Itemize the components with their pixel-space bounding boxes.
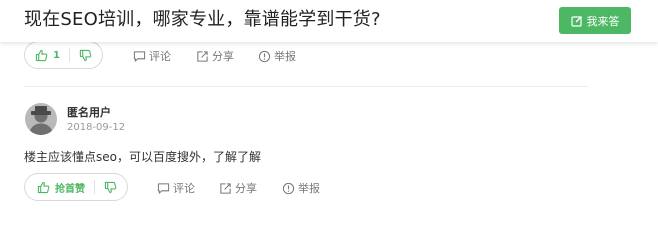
vote-pill: 1 [24, 41, 103, 69]
warning-icon [282, 182, 295, 194]
qa-page: 现在SEO培训，哪家专业，靠谱能学到干货? 我来答 1 评论 分享 举报 匿名用… [0, 0, 658, 240]
share-button[interactable]: 分享 [196, 48, 234, 64]
downvote-button[interactable] [95, 174, 127, 200]
share-icon [220, 182, 231, 194]
upvote-label: 抢首赞 [55, 183, 85, 195]
upvote-button[interactable]: 1 [25, 42, 69, 68]
thumbs-up-icon [35, 49, 48, 61]
answer-date: 2018-09-12 [67, 122, 126, 133]
thumbs-down-icon [104, 181, 117, 193]
thumbs-down-icon [79, 49, 92, 61]
question-header: 现在SEO培训，哪家专业，靠谱能学到干货? 我来答 [0, 0, 658, 42]
answer-1-actions: 1 评论 分享 举报 [24, 41, 584, 69]
downvote-button[interactable] [70, 42, 102, 68]
share-icon [197, 50, 208, 62]
report-button[interactable]: 举报 [282, 180, 320, 196]
comment-label: 评论 [149, 50, 171, 63]
username[interactable]: 匿名用户 [67, 104, 111, 120]
answer-text: 楼主应该懂点seo，可以百度搜外，了解了解 [24, 150, 261, 164]
vote-pill: 抢首赞 [24, 173, 128, 201]
answer-button-label: 我来答 [586, 14, 620, 28]
share-button[interactable]: 分享 [219, 180, 257, 196]
share-label: 分享 [212, 50, 234, 63]
report-label: 举报 [298, 182, 320, 195]
share-label: 分享 [235, 182, 257, 195]
comment-icon [133, 50, 146, 62]
comment-button[interactable]: 评论 [157, 180, 195, 196]
upvote-count: 1 [53, 49, 60, 61]
answer-2-actions: 抢首赞 评论 分享 举报 [24, 173, 584, 201]
answer-divider [24, 86, 588, 87]
warning-icon [258, 50, 271, 62]
thumbs-up-icon [37, 181, 50, 193]
upvote-button[interactable]: 抢首赞 [25, 174, 94, 200]
report-button[interactable]: 举报 [258, 48, 296, 64]
avatar[interactable] [25, 103, 57, 135]
answer-button[interactable]: 我来答 [559, 7, 631, 34]
report-label: 举报 [274, 50, 296, 63]
anonymous-avatar-icon [25, 103, 57, 135]
question-title: 现在SEO培训，哪家专业，靠谱能学到干货? [24, 9, 381, 30]
comment-label: 评论 [173, 182, 195, 195]
comment-icon [157, 182, 170, 194]
edit-icon [570, 15, 582, 27]
comment-button[interactable]: 评论 [133, 48, 171, 64]
